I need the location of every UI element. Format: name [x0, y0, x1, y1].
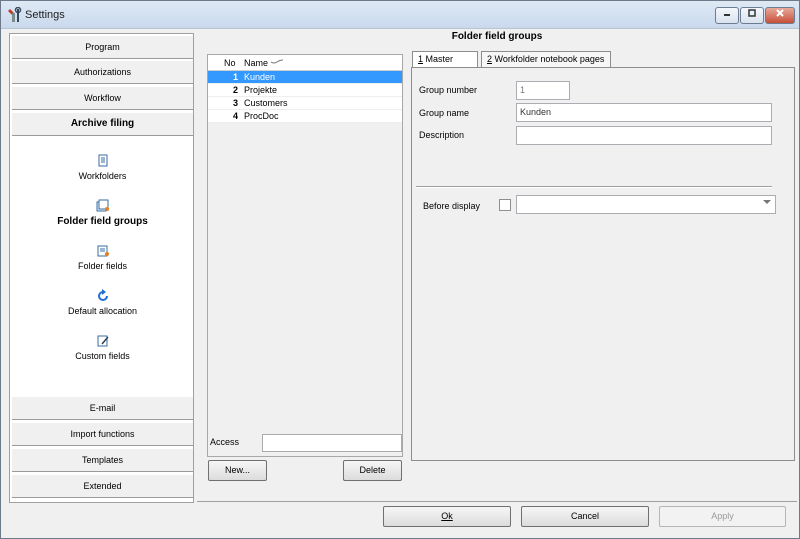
nav-item-label: Authorizations	[73, 67, 132, 77]
column-header-no[interactable]: No	[224, 58, 236, 68]
row-number: 3	[232, 98, 238, 108]
nav-sub-workfolders[interactable]: Workfolders	[10, 154, 195, 181]
group-name-label: Group name	[419, 108, 470, 118]
nav-sub-label: Folder fields	[77, 261, 128, 271]
tab-master-data[interactable]: 1 Master Data	[412, 51, 478, 78]
row-number: 1	[232, 72, 238, 82]
column-header-name[interactable]: Name	[244, 58, 268, 68]
nav-item-label: Program	[85, 42, 120, 52]
maximize-icon	[748, 9, 756, 17]
ok-label: Ok	[441, 511, 453, 521]
nav-item-import-functions[interactable]: Import functions	[12, 422, 193, 446]
close-button[interactable]	[765, 7, 795, 24]
description-label: Description	[419, 130, 465, 140]
group-name-field[interactable]: Kunden	[516, 103, 772, 122]
settings-nav: Program Authorizations Workflow Archive …	[9, 33, 194, 503]
nav-sub-label: Custom fields	[75, 351, 130, 361]
before-display-label: Before display	[423, 201, 481, 211]
window-title: Settings	[25, 9, 65, 21]
group-list[interactable]: No Name 1 Kunden 2 Projekte 3 Customers …	[207, 54, 403, 457]
row-name: ProcDoc	[244, 111, 279, 121]
cancel-button[interactable]: Cancel	[521, 506, 649, 527]
nav-item-label: Workflow	[84, 93, 121, 103]
tab-label: Workfolder notebook pages	[492, 54, 605, 64]
refresh-icon	[97, 289, 108, 301]
cancel-label: Cancel	[570, 511, 599, 521]
row-name: Customers	[244, 98, 288, 108]
access-label: Access	[210, 437, 240, 447]
nav-item-program[interactable]: Program	[12, 35, 193, 59]
row-number: 4	[232, 111, 238, 121]
nav-item-workflow[interactable]: Workflow	[12, 86, 193, 110]
settings-tools-icon	[8, 7, 22, 22]
nav-sub-folder-field-groups[interactable]: Folder field groups	[10, 199, 195, 227]
nav-sub-label: Workfolders	[78, 171, 127, 181]
sort-indicator-icon	[270, 59, 284, 64]
folder-field-icon	[97, 245, 109, 257]
chevron-down-icon	[763, 200, 771, 204]
tab-workfolder-notebook-pages[interactable]: 2 Workfolder notebook pages	[481, 51, 611, 67]
list-row-projekte[interactable]: 2 Projekte	[208, 84, 402, 97]
row-name: Kunden	[244, 72, 276, 82]
access-input[interactable]	[262, 434, 402, 452]
row-number: 2	[232, 85, 238, 95]
nav-item-email[interactable]: E-mail	[12, 396, 193, 420]
separator	[416, 186, 772, 188]
delete-button[interactable]: Delete	[343, 460, 402, 481]
nav-item-label: Import functions	[70, 429, 135, 439]
maximize-button[interactable]	[740, 7, 764, 24]
nav-item-extended[interactable]: Extended	[12, 474, 193, 498]
row-name: Projekte	[244, 85, 278, 95]
nav-item-label: Archive filing	[70, 118, 135, 129]
nav-item-label: Templates	[81, 455, 124, 465]
list-row-kunden[interactable]: 1 Kunden	[208, 71, 402, 84]
nav-item-templates[interactable]: Templates	[12, 448, 193, 472]
new-button[interactable]: New...	[208, 460, 267, 481]
nav-item-archive-filing[interactable]: Archive filing	[12, 112, 193, 136]
nav-item-label: E-mail	[89, 403, 116, 413]
tab-content: Group number 1 Group name Kunden Descrip…	[411, 67, 795, 461]
folder-group-icon	[96, 199, 109, 212]
edit-note-icon	[97, 335, 109, 347]
nav-sub-label: Default allocation	[67, 306, 138, 316]
apply-label: Apply	[711, 511, 734, 521]
description-field[interactable]	[516, 126, 772, 145]
list-header: No Name	[208, 55, 402, 71]
bottom-separator	[197, 501, 797, 502]
settings-window: Settings Program Authorizations Workflow…	[0, 0, 800, 539]
title-bar: Settings	[1, 1, 799, 29]
group-number-field[interactable]: 1	[516, 81, 570, 100]
nav-sub-folder-fields[interactable]: Folder fields	[10, 244, 195, 271]
main-panel: Folder field groups No Name 1 Kunden 2 P…	[197, 29, 797, 503]
list-row-procdoc[interactable]: 4 ProcDoc	[208, 110, 402, 123]
close-icon	[776, 9, 784, 17]
minimize-icon	[724, 14, 730, 16]
apply-button[interactable]: Apply	[659, 506, 786, 527]
before-display-dropdown[interactable]	[516, 195, 776, 214]
ok-button[interactable]: Ok	[383, 506, 511, 527]
minimize-button[interactable]	[715, 7, 739, 24]
group-number-label: Group number	[419, 85, 478, 95]
nav-item-label: Extended	[83, 481, 122, 491]
nav-sub-default-allocation[interactable]: Default allocation	[10, 289, 195, 316]
list-row-customers[interactable]: 3 Customers	[208, 97, 402, 110]
before-display-checkbox[interactable]	[499, 199, 511, 211]
nav-item-authorizations[interactable]: Authorizations	[12, 60, 193, 84]
document-icon	[98, 154, 107, 167]
nav-sub-label: Folder field groups	[57, 216, 148, 227]
panel-title: Folder field groups	[451, 31, 543, 42]
nav-sub-custom-fields[interactable]: Custom fields	[10, 334, 195, 361]
